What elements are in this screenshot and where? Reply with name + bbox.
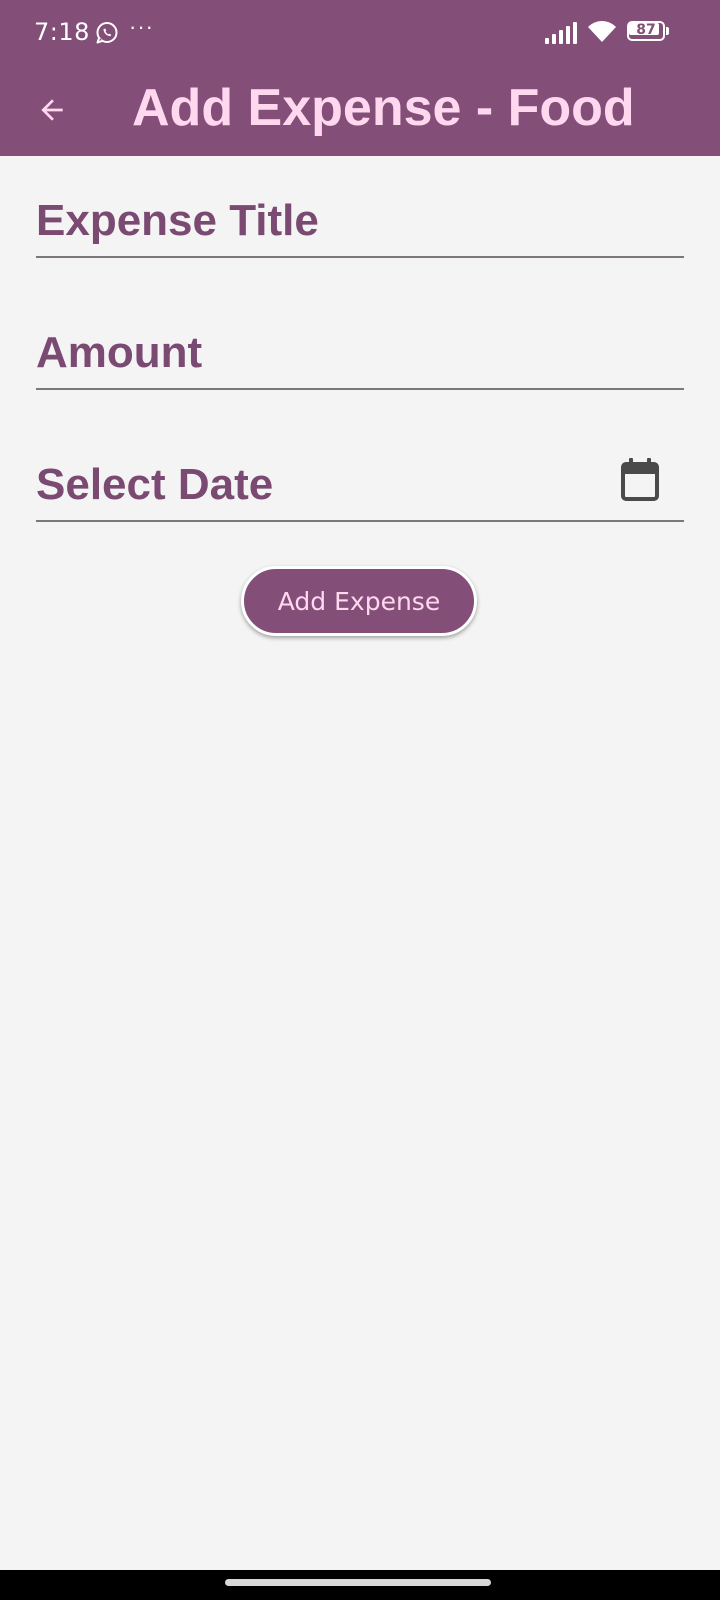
navigation-bar [0, 1570, 720, 1600]
app-bar: Add Expense - Food [0, 66, 720, 156]
date-field[interactable]: Select Date [36, 450, 684, 522]
date-picker-button[interactable] [616, 456, 664, 504]
date-placeholder: Select Date [36, 460, 274, 509]
battery-icon: 87 [627, 21, 671, 43]
add-expense-button[interactable]: Add Expense [241, 566, 477, 636]
whatsapp-icon [96, 22, 118, 44]
arrow-back-icon [41, 99, 63, 121]
back-button[interactable] [24, 82, 80, 138]
wifi-icon [588, 21, 616, 42]
amount-field[interactable]: Amount [36, 318, 684, 390]
more-notifications-indicator: ··· [129, 14, 154, 39]
expense-title-field[interactable]: Expense Title [36, 186, 684, 258]
cell-signal-icon [545, 22, 577, 44]
status-bar: 7:18 ··· 87 [0, 0, 720, 66]
home-indicator[interactable] [225, 1579, 491, 1586]
status-time: 7:18 [34, 18, 90, 46]
expense-title-placeholder: Expense Title [36, 196, 319, 245]
page-title: Add Expense - Food [132, 79, 635, 137]
battery-level: 87 [636, 22, 656, 38]
amount-placeholder: Amount [36, 328, 203, 377]
calendar-icon [621, 458, 659, 501]
